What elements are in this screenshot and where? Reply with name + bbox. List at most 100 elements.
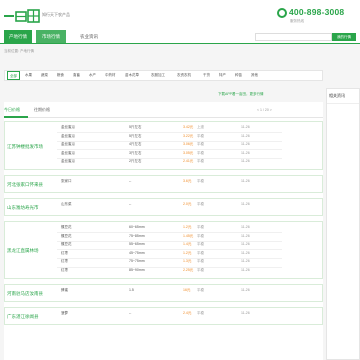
price-trend: 平稳 — [197, 250, 204, 255]
price-trend: 平稳 — [197, 310, 204, 315]
product-name: 金丝蜜瓜 — [61, 150, 75, 155]
price-trend: 平稳 — [197, 233, 204, 238]
price-value: 2.41元 — [183, 159, 194, 164]
tab-origin-market[interactable]: 产地行情 — [4, 30, 32, 44]
market-group: 广东湛江徐闻县 菠萝 -- 2.4元 平稳 11-26 — [4, 306, 323, 325]
product-name: 金丝蜜瓜 — [61, 125, 75, 129]
sidebar-title: 相关资讯 — [327, 89, 359, 104]
market-name[interactable]: 河南驻马店汝南县 — [7, 291, 43, 297]
main-nav: 产地行情 市场行情 农业资讯 我的行情 — [0, 30, 360, 44]
filter-fruit[interactable]: 水果 — [25, 71, 32, 80]
price-value: 1.2元 — [183, 250, 192, 255]
quote-date: 11-26 — [241, 179, 250, 183]
tab-wholesale-market[interactable]: 市场行情 — [36, 30, 66, 44]
top-header: 知行天下农产品 400-898-3008 服务热线 — [0, 0, 360, 30]
quote-date: 11-26 — [241, 159, 250, 164]
breadcrumb: 当前位置: 产地行情 — [4, 49, 34, 53]
logo-icon[interactable] — [4, 8, 40, 25]
filter-aquatic[interactable]: 水产 — [89, 71, 96, 80]
quote-date: 11-26 — [241, 268, 250, 272]
filter-livestock[interactable]: 禽畜 — [73, 71, 80, 80]
product-spec: 55~65mm — [129, 242, 145, 247]
tab-history-price[interactable]: 往期价格 — [34, 107, 50, 113]
filter-seedling[interactable]: 苗木花草 — [125, 71, 139, 80]
price-value: 1.4元 — [183, 242, 192, 247]
price-trend: 上涨 — [197, 125, 204, 129]
market-group: 河北张家口怀来县 张家口 -- 3.6元 平稳 11-26 — [4, 175, 323, 193]
price-value: 1.3元 — [183, 259, 192, 264]
market-group: 江苏钟楼批发市场 金丝蜜瓜 5斤左右 3.42元 上涨 11-26 金丝蜜瓜 5斤左右 3.22… — [4, 121, 323, 170]
product-spec: 3斤左右 — [129, 150, 142, 155]
price-value: 3.22元 — [183, 133, 194, 138]
market-group: 黑龙江直属林场 蝶豆花 60~65mm 1.2元 平稳 11-26 蝶豆花 75~85mm 1.… — [4, 221, 323, 279]
filter-grain[interactable]: 粮食 — [57, 71, 64, 80]
price-value: 2.0元 — [183, 202, 192, 206]
category-filter: 全部 水果 蔬菜 粮食 禽畜 水产 中药材 苗木花草 农副加工 农资农机 干货 … — [4, 70, 323, 81]
my-quotes-button[interactable]: 我的行情 — [332, 33, 356, 41]
product-spec: 60~65mm — [129, 225, 145, 229]
market-name[interactable]: 江苏钟楼批发市场 — [7, 144, 43, 150]
filter-all[interactable]: 全部 — [7, 71, 20, 80]
market-name[interactable]: 广东湛江徐闻县 — [7, 314, 39, 320]
app-download-note[interactable]: 下载APP看一亩田，更多行情 — [218, 92, 264, 97]
price-value: 16元 — [183, 287, 191, 292]
price-trend: 平稳 — [197, 159, 204, 164]
tab-active-indicator — [4, 116, 28, 118]
product-spec: 75~75mm — [129, 259, 145, 264]
filter-other[interactable]: 其他 — [251, 71, 258, 80]
price-value: 1.45元 — [183, 233, 194, 238]
product-spec: 2斤左右 — [129, 159, 142, 164]
filter-seed[interactable]: 种苗 — [235, 71, 242, 80]
price-value: 3.05元 — [183, 150, 194, 155]
product-name: 蜂蜜 — [61, 287, 68, 292]
price-trend: 平稳 — [197, 179, 204, 183]
product-name: 红枣 — [61, 268, 68, 272]
tab-agri-news[interactable]: 农业资讯 — [74, 30, 104, 44]
filter-materials[interactable]: 农资农机 — [177, 71, 191, 80]
product-name: 菠萝 — [61, 310, 68, 315]
quote-date: 11-26 — [241, 250, 250, 255]
product-spec: -- — [129, 179, 132, 183]
quote-date: 11-26 — [241, 233, 250, 238]
price-value: 3.42元 — [183, 125, 194, 129]
price-trend: 平稳 — [197, 242, 204, 247]
search-input[interactable] — [255, 33, 332, 41]
filter-vegetable[interactable]: 蔬菜 — [41, 71, 48, 80]
product-name: 红枣 — [61, 250, 68, 255]
price-trend: 平稳 — [197, 259, 204, 264]
market-name[interactable]: 黑龙江直属林场 — [7, 248, 39, 254]
product-spec: -- — [129, 310, 132, 315]
quote-date: 11-26 — [241, 133, 250, 138]
filter-dried[interactable]: 干货 — [203, 71, 210, 80]
market-name[interactable]: 河北张家口怀来县 — [7, 182, 43, 188]
price-trend: 平稳 — [197, 142, 204, 147]
filter-herb[interactable]: 中药材 — [105, 71, 116, 80]
product-spec: 5斤左右 — [129, 133, 142, 138]
tab-divider — [4, 117, 323, 118]
hotline-label: 服务热线 — [290, 19, 304, 23]
price-value: 1.2元 — [183, 225, 192, 229]
tab-today-price[interactable]: 今日价格 — [4, 107, 20, 113]
pagination[interactable]: < 1 / 20 > — [257, 108, 272, 112]
product-name: 张家口 — [61, 179, 72, 183]
price-value: 2.4元 — [183, 310, 192, 315]
phone-icon — [277, 8, 287, 18]
filter-specialty[interactable]: 特产 — [219, 71, 226, 80]
filter-processed[interactable]: 农副加工 — [151, 71, 165, 80]
product-name: 金丝蜜瓜 — [61, 142, 75, 147]
price-trend: 平稳 — [197, 225, 204, 229]
price-trend: 平稳 — [197, 287, 204, 292]
market-group: 河南驻马店汝南县 蜂蜜 1.5 16元 平稳 11-26 — [4, 283, 323, 302]
product-spec: 85~90mm — [129, 268, 145, 272]
product-spec: 1.5 — [129, 287, 134, 292]
quote-date: 11-26 — [241, 259, 250, 264]
quote-date: 11-26 — [241, 287, 250, 292]
product-spec: 75~85mm — [129, 233, 145, 238]
product-name: 红枣 — [61, 259, 68, 264]
product-name: 蝶豆花 — [61, 225, 72, 229]
quote-date: 11-26 — [241, 242, 250, 247]
hotline-number: 400-898-3008 — [289, 7, 345, 17]
market-name[interactable]: 山东潍坊寿光市 — [7, 205, 39, 211]
product-name: 蝶豆花 — [61, 233, 72, 238]
quote-date: 11-26 — [241, 202, 250, 206]
